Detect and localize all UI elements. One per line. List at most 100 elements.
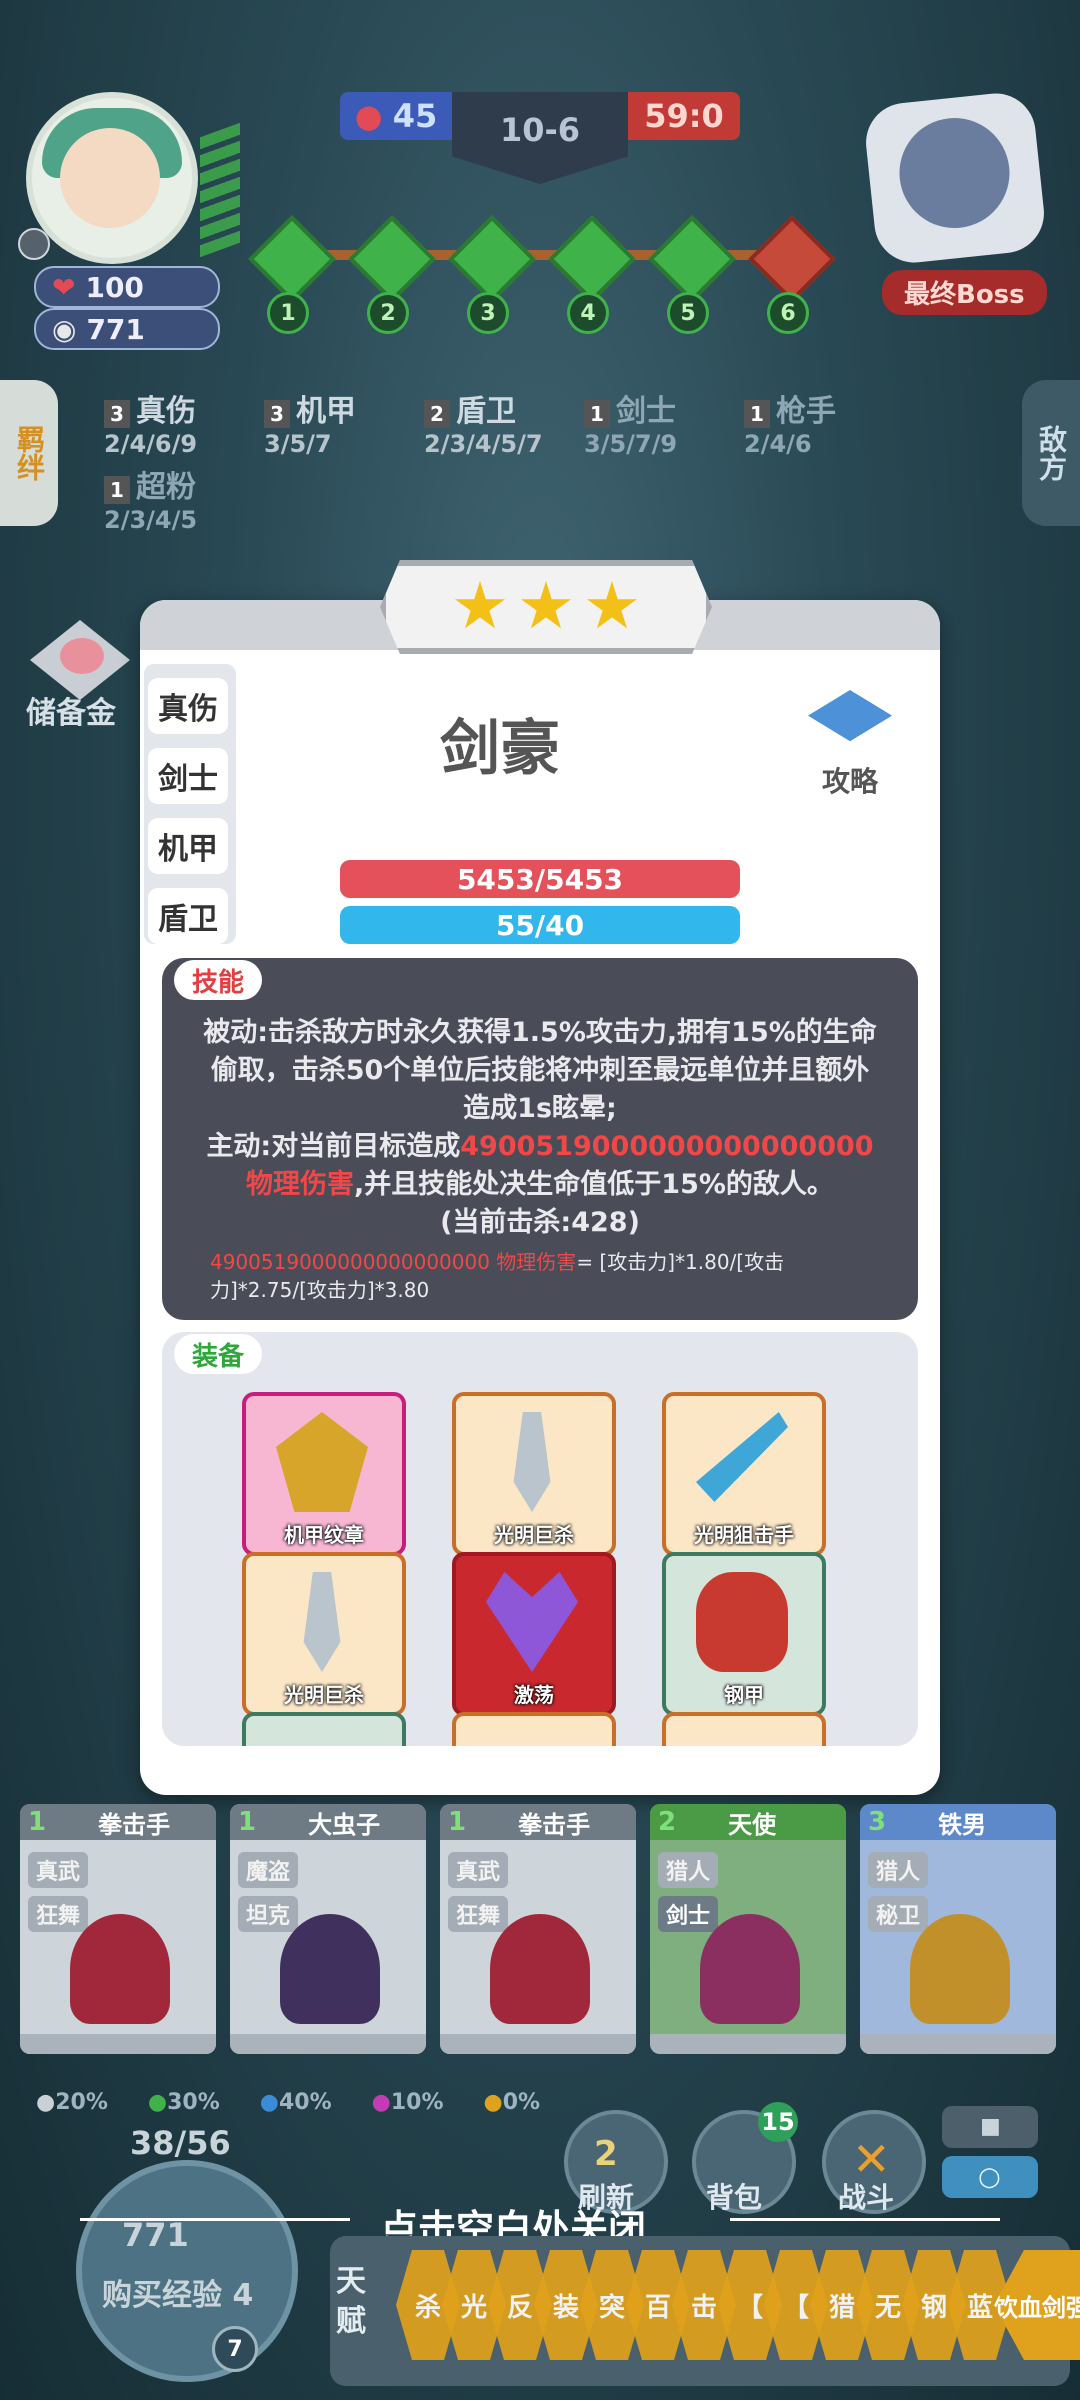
odds-value: 10% xyxy=(390,2090,444,2115)
guide-button[interactable]: 攻略 xyxy=(822,760,878,800)
equipment-item[interactable]: 光明巨杀 xyxy=(242,1552,406,1716)
synergy-tab[interactable]: 羁绊 xyxy=(0,380,58,526)
equipment-item[interactable] xyxy=(242,1712,406,1746)
bag-label: 背包 xyxy=(706,2181,763,2214)
hp-pill: ❤ 100 xyxy=(34,266,220,308)
sword-icon xyxy=(513,1412,551,1512)
synergy-name: 真伤 xyxy=(136,394,196,429)
synergy-levels: 3/5/7/9 xyxy=(584,430,678,458)
unit-name: 天使 xyxy=(728,1810,777,1839)
synergy-count: 1 xyxy=(104,476,130,504)
unit-name: 拳击手 xyxy=(518,1810,591,1839)
synergy-name: 剑士 xyxy=(616,394,676,429)
unit-trait: 真武 xyxy=(448,1852,509,1888)
odds-value: 40% xyxy=(278,2090,332,2115)
trait-tag[interactable]: 机甲 xyxy=(148,818,228,874)
equipment-label: 光明巨杀 xyxy=(284,1683,364,1707)
equipment-label: 激荡 xyxy=(514,1683,554,1707)
stage-number: 2 xyxy=(367,292,409,334)
close-hint-line-right xyxy=(730,2218,1000,2221)
unit-trait: 魔盗 xyxy=(238,1852,299,1888)
unit-figure xyxy=(490,1914,590,2024)
skill-active-suffix: ,并且技能处决生命值低于15%的敌人。 xyxy=(354,1169,834,1200)
odds-tier1: ●20% xyxy=(36,2090,108,2115)
synergy-name: 机甲 xyxy=(296,394,356,429)
skill-active: 主动:对当前目标造成4900519000000000000000 物理伤害,并且… xyxy=(202,1128,878,1204)
trait-tag[interactable]: 盾卫 xyxy=(148,888,228,944)
synergy-item[interactable]: 1 剑士 3/5/7/9 xyxy=(584,386,677,458)
equipment-item[interactable] xyxy=(452,1712,616,1746)
coin-icon: ◉ xyxy=(52,312,77,346)
unit-base xyxy=(20,2034,216,2054)
unit-cost: 2 xyxy=(658,1807,677,1837)
score-left-value: 45 xyxy=(392,97,438,135)
unit-figure xyxy=(280,1914,380,2024)
star-icon xyxy=(587,581,637,629)
bag-count-badge: 15 xyxy=(758,2102,798,2142)
odds-tier2: ●30% xyxy=(147,2090,220,2115)
odds-value: 20% xyxy=(55,2090,108,2115)
odds-value: 0% xyxy=(502,2090,541,2115)
star-icon xyxy=(455,581,505,629)
gold-pill: ◉ 771 xyxy=(34,308,220,350)
synergy-item[interactable]: 2 盾卫 2/3/4/5/7 xyxy=(424,386,543,458)
sniper-rifle-icon xyxy=(696,1412,788,1502)
score-left: ● 45 xyxy=(340,92,452,140)
boss-label: 最终Boss xyxy=(882,270,1047,315)
trait-tag[interactable]: 剑士 xyxy=(148,748,228,804)
unit-figure xyxy=(910,1914,1010,2024)
bench-unit-card[interactable]: 3 铁男 猎人 秘卫 xyxy=(860,1804,1056,2054)
unit-base xyxy=(230,2034,426,2054)
synergy-name: 超粉 xyxy=(136,470,196,505)
odds-value: 30% xyxy=(167,2090,220,2115)
bench-unit-card[interactable]: 1 拳击手 真武 狂舞 xyxy=(440,1804,636,2054)
skill-description: 被动:击杀敌方时永久获得1.5%攻击力,拥有15%的生命偷取，击杀50个单位后技… xyxy=(202,1014,878,1242)
bench-unit-card[interactable]: 2 天使 猎人 剑士 xyxy=(650,1804,846,2054)
enemy-tab[interactable]: 敌方 xyxy=(1022,380,1080,526)
synergy-item[interactable]: 3 机甲 3/5/7 xyxy=(264,386,356,458)
equipment-label: 钢甲 xyxy=(724,1683,764,1707)
unit-name: 拳击手 xyxy=(98,1810,171,1839)
formula-damage: 4900519000000000000000 物理伤害 xyxy=(210,1250,577,1274)
hero-mana-bar: 55/40 xyxy=(340,906,740,944)
synergy-item[interactable]: 3 真伤 2/4/6/9 xyxy=(104,386,197,458)
player-level-badge: 7 xyxy=(212,2326,258,2372)
damage-formula: 4900519000000000000000 物理伤害= [攻击力]*1.80/… xyxy=(210,1248,890,1304)
synergy-item[interactable]: 1 枪手 2/4/6 xyxy=(744,386,836,458)
lock-shop-button[interactable]: ■ xyxy=(942,2106,1038,2148)
settings-gear-icon[interactable] xyxy=(18,228,50,260)
hp-value: 100 xyxy=(85,270,144,304)
synergy-item[interactable]: 1 超粉 2/3/4/5 xyxy=(104,462,197,534)
boss-portrait[interactable] xyxy=(862,89,1048,267)
unit-base xyxy=(650,2034,846,2054)
equipment-item[interactable]: 光明巨杀 xyxy=(452,1392,616,1556)
buy-exp-cost: 4 xyxy=(232,2278,254,2313)
heart-gem-icon xyxy=(486,1572,578,1672)
equipment-item[interactable] xyxy=(662,1712,826,1746)
odds-tier5: ●0% xyxy=(483,2090,541,2115)
bench-unit-card[interactable]: 1 大虫子 魔盗 坦克 xyxy=(230,1804,426,2054)
hero-name: 剑豪 xyxy=(440,714,560,784)
equipment-item[interactable]: 钢甲 xyxy=(662,1552,826,1716)
skill-passive: 被动:击杀敌方时永久获得1.5%攻击力,拥有15%的生命偷取，击杀50个单位后技… xyxy=(203,1017,877,1124)
bench-unit-card[interactable]: 1 拳击手 真武 狂舞 xyxy=(20,1804,216,2054)
equipment-item[interactable]: 光明狙击手 xyxy=(662,1392,826,1556)
synergy-name: 盾卫 xyxy=(456,394,516,429)
equipment-item[interactable]: 激荡 xyxy=(452,1552,616,1716)
odds-tier4: ●10% xyxy=(371,2090,444,2115)
buy-exp-button[interactable]: 771 购买经验 4 7 xyxy=(76,2160,298,2382)
synergy-levels: 2/3/4/5/7 xyxy=(424,430,543,458)
close-hint-line-left xyxy=(80,2218,350,2221)
player-avatar[interactable] xyxy=(26,92,198,264)
equipment-label: 机甲纹章 xyxy=(284,1523,364,1547)
search-button[interactable]: ○ xyxy=(942,2156,1038,2198)
equipment-label: 光明狙击手 xyxy=(694,1523,794,1547)
player-level-bars xyxy=(200,122,240,258)
unit-cost: 3 xyxy=(868,1807,887,1837)
unit-trait: 坦克 xyxy=(238,1896,299,1932)
star-icon xyxy=(521,581,571,629)
unit-base xyxy=(860,2034,1056,2054)
equipment-item[interactable]: 机甲纹章 xyxy=(242,1392,406,1556)
trait-tag[interactable]: 真伤 xyxy=(148,678,228,734)
unit-cost: 1 xyxy=(238,1807,257,1837)
